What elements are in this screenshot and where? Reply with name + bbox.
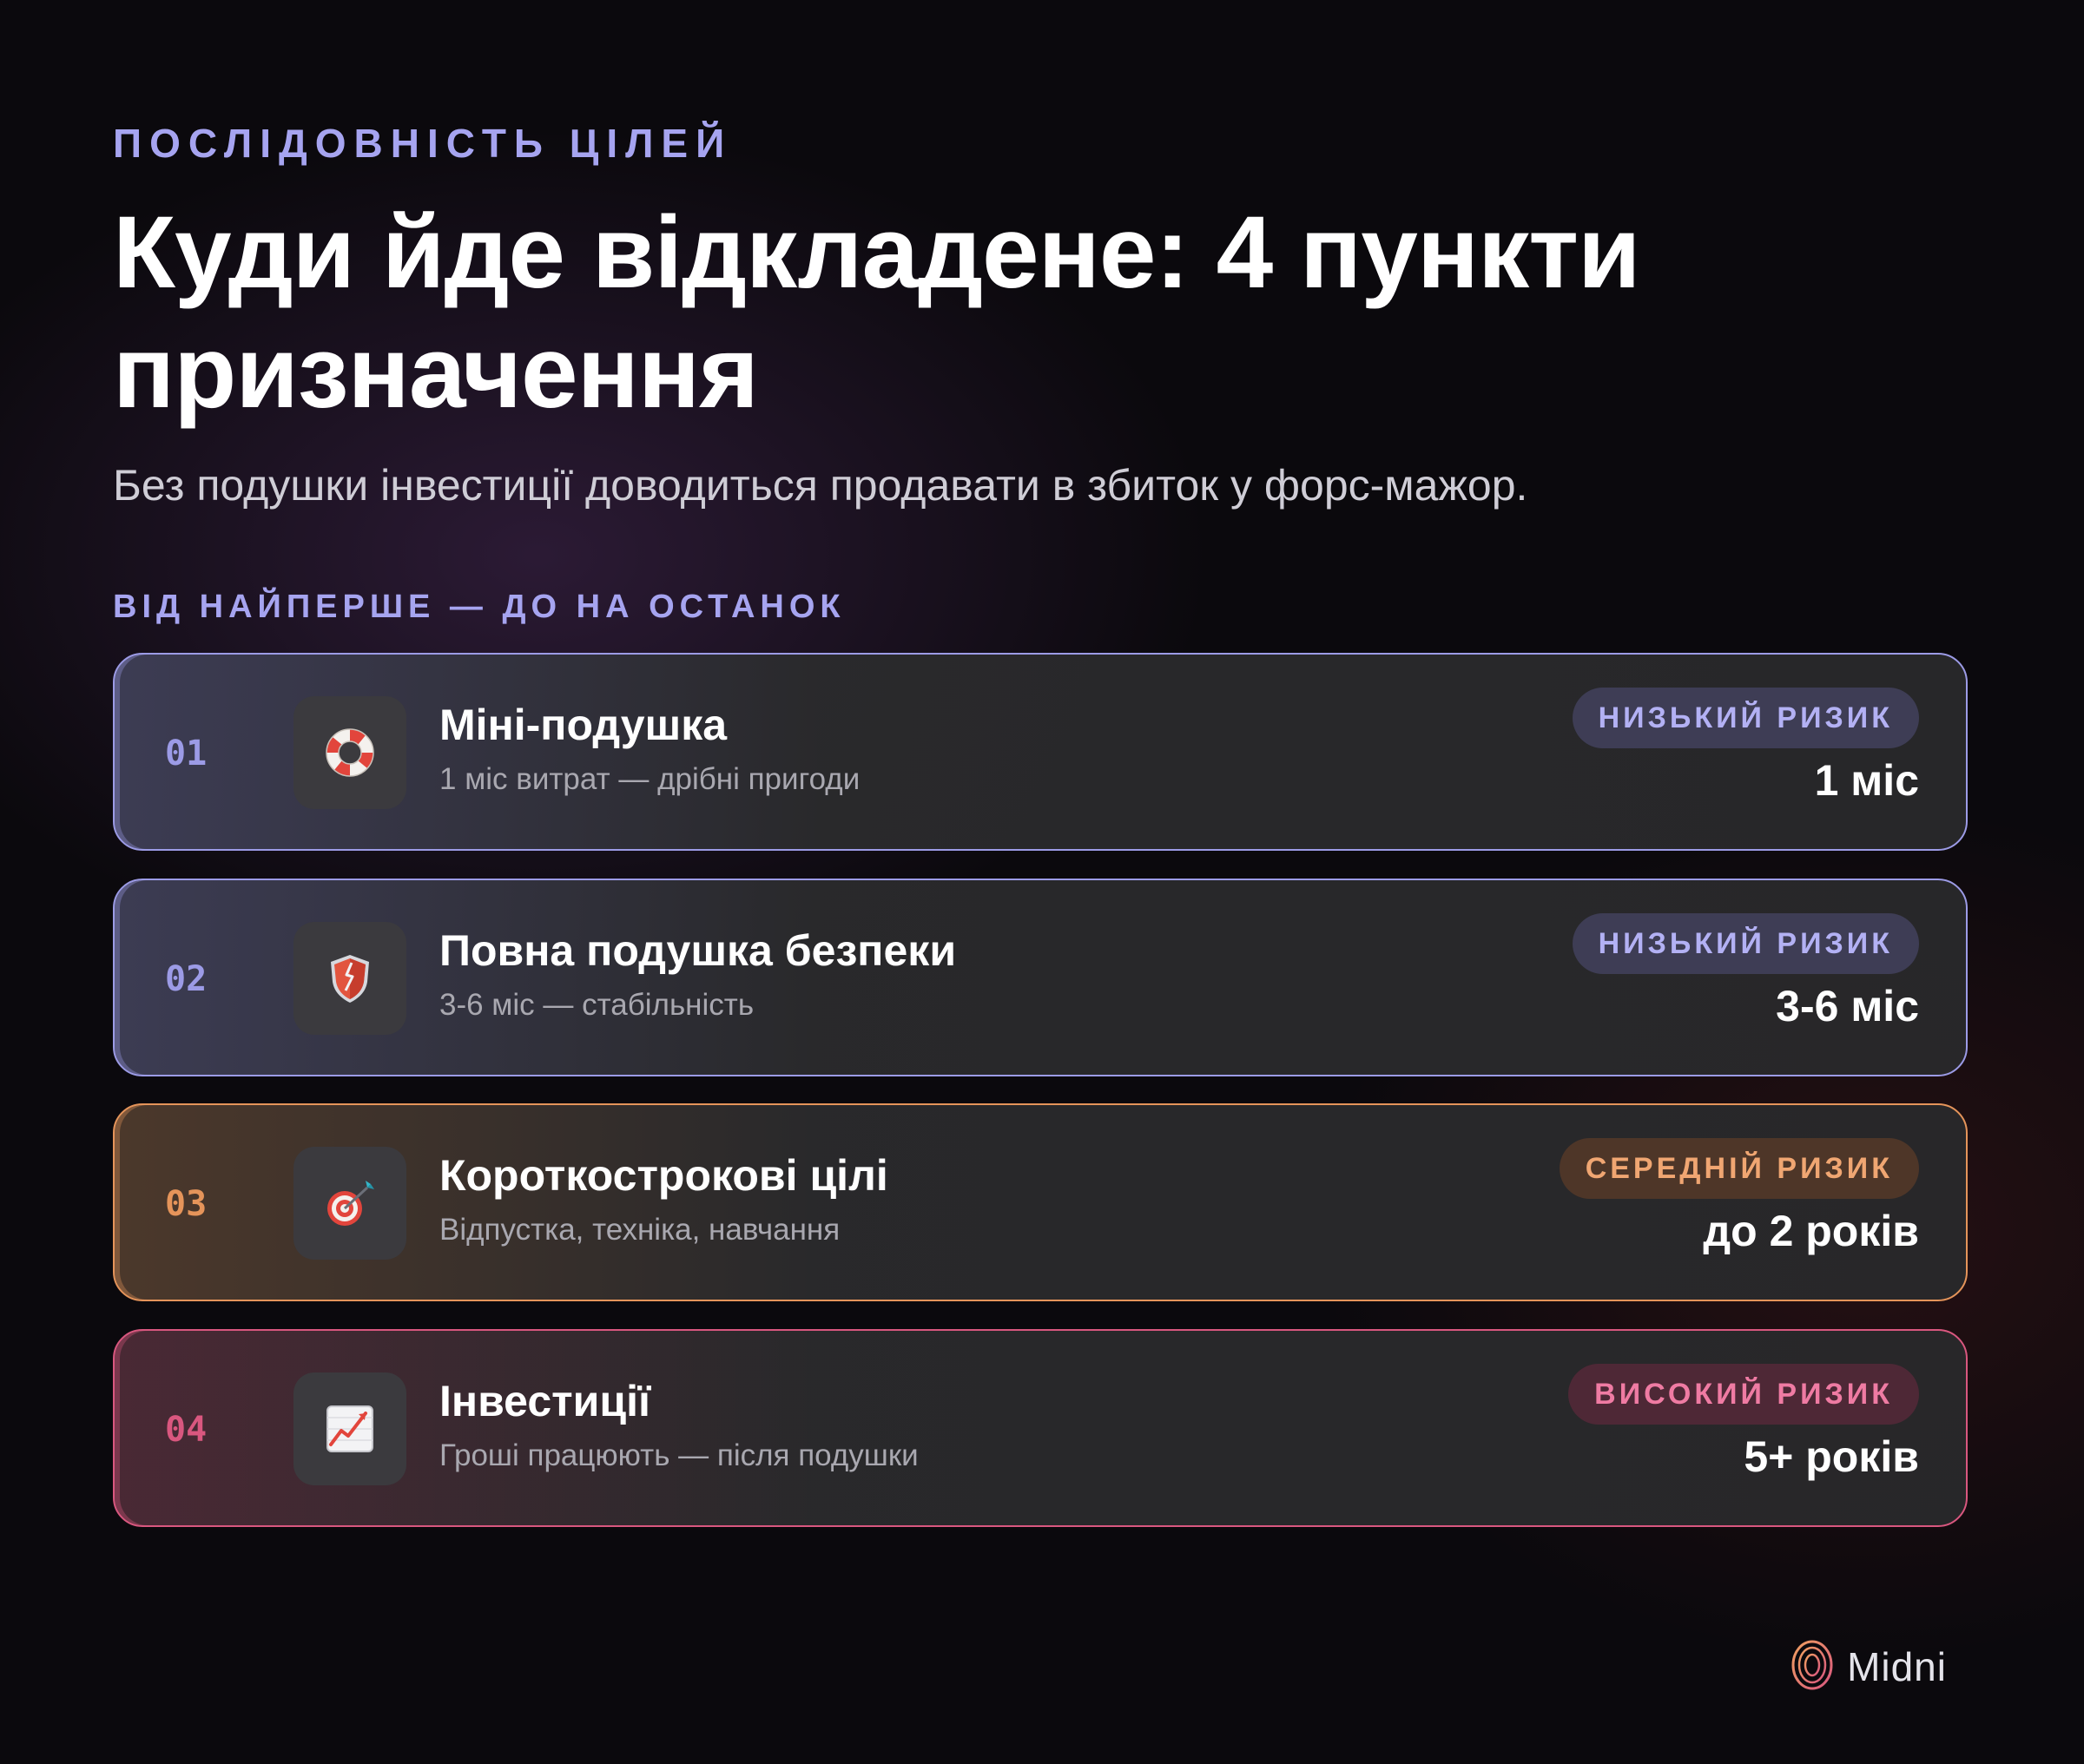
card-title: Інвестиції [439, 1377, 651, 1425]
goal-card-1[interactable]: 01 Міні-подушка 1 міс витрат — дрібні пр… [113, 653, 1968, 851]
risk-badge: НИЗЬКИЙ РИЗИК [1572, 688, 1919, 748]
brand-name: Midni [1847, 1644, 1947, 1689]
shield-icon [331, 955, 369, 1003]
card-number: 04 [165, 1410, 208, 1450]
period-value: 5+ років [1744, 1432, 1919, 1481]
goal-card-2[interactable]: 02 Повна подушка безпеки 3-6 міс — стабі… [113, 879, 1968, 1076]
period-value: до 2 років [1703, 1207, 1919, 1255]
period-value: 3-6 міс [1776, 982, 1919, 1030]
goal-card-3[interactable]: 03 Короткострокові цілі Відпустка, техні… [113, 1103, 1968, 1301]
brand: Midni [1790, 1640, 1947, 1693]
card-number: 03 [165, 1184, 208, 1224]
card-description: 3-6 міс — стабільність [439, 988, 755, 1022]
card-description: Відпустка, техніка, навчання [439, 1213, 841, 1247]
card-description: Гроші працюють — після подушки [439, 1438, 919, 1472]
card-title: Короткострокові цілі [439, 1151, 888, 1200]
eyebrow: ПОСЛІДОВНІСТЬ ЦІЛЕЙ [113, 121, 733, 166]
card-number: 01 [165, 734, 208, 773]
risk-badge: ВИСОКИЙ РИЗИК [1568, 1364, 1919, 1425]
card-title: Повна подушка безпеки [439, 926, 957, 975]
period-value: 1 міс [1814, 756, 1919, 805]
goal-card-4[interactable]: 04 Інвестиції Гроші працюють — після под… [113, 1329, 1968, 1527]
risk-badge: СЕРЕДНІЙ РИЗИК [1559, 1138, 1919, 1199]
page-title: Куди йде відкладене: 4 пункти призначенн… [113, 195, 1641, 430]
card-title: Міні-подушка [439, 701, 728, 749]
lifebuoy-icon [326, 728, 374, 777]
brand-logo-icon [1791, 1640, 1833, 1689]
risk-badge: НИЗЬКИЙ РИЗИК [1572, 913, 1919, 974]
page-subtitle: Без подушки інвестиції доводиться продав… [113, 461, 1528, 510]
card-number: 02 [165, 959, 208, 999]
card-description: 1 міс витрат — дрібні пригоди [439, 762, 861, 796]
chart-increasing-icon [326, 1405, 373, 1452]
target-icon [327, 1181, 374, 1226]
section-label: ВІД НАЙПЕРШЕ — ДО НА ОСТАНОК [113, 589, 846, 625]
